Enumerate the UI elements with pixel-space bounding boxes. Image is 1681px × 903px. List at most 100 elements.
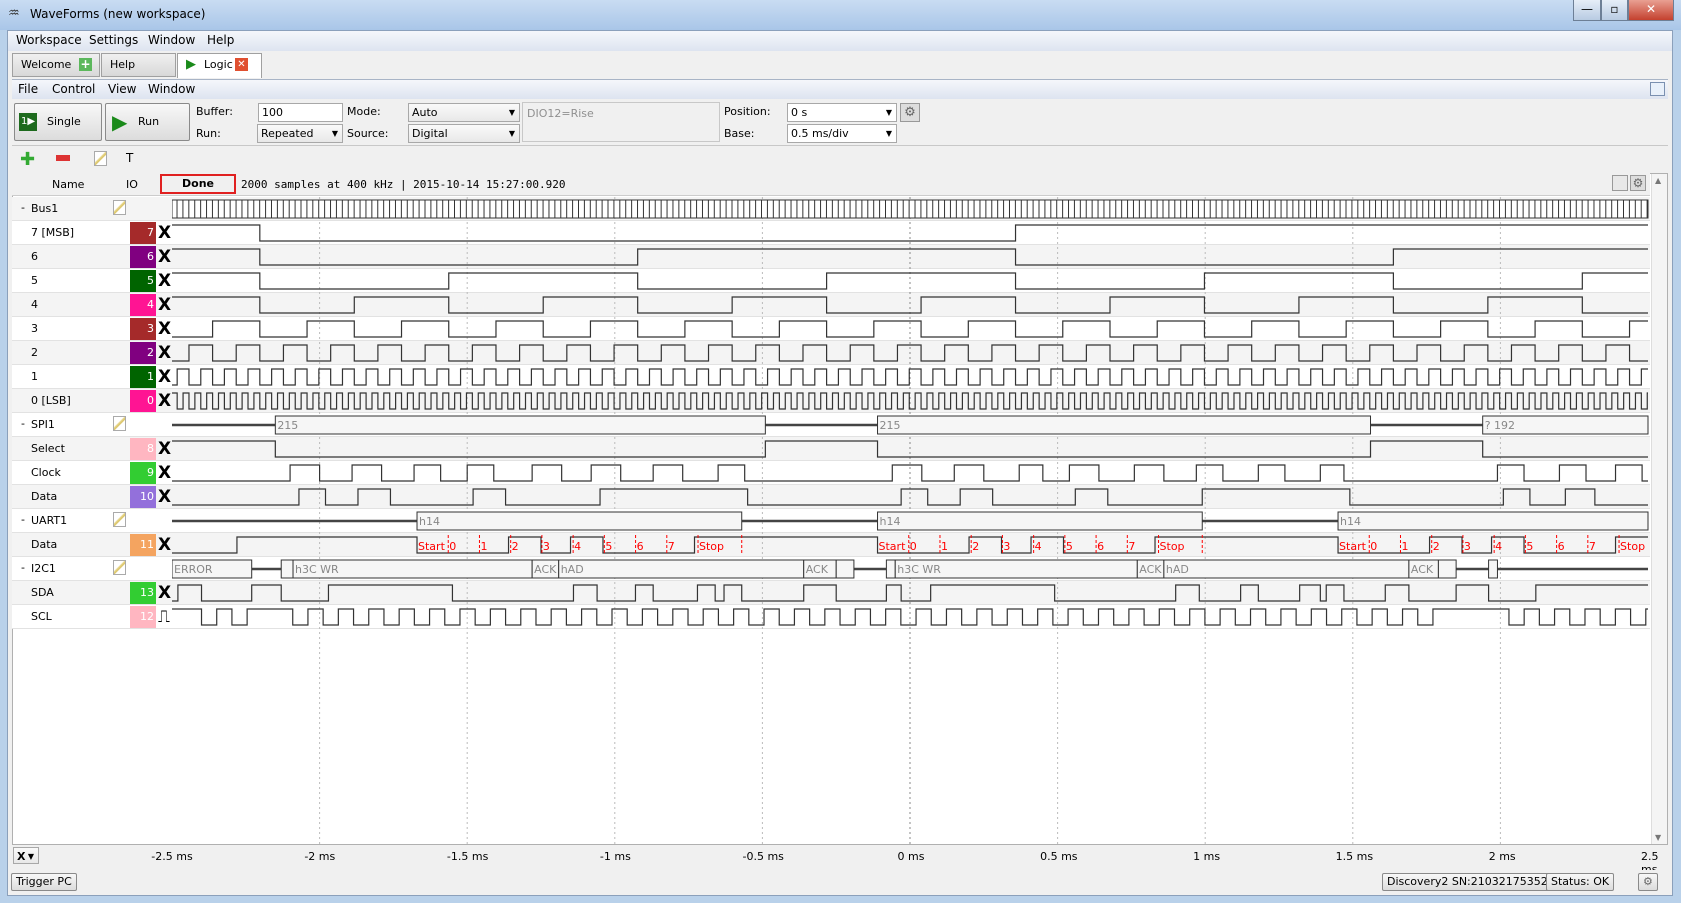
trigger-ignore-icon[interactable]: X (158, 222, 171, 244)
edit-bus-icon[interactable] (113, 512, 126, 527)
trigger-ignore-icon[interactable]: X (158, 294, 171, 316)
io-pin[interactable]: 7 (130, 222, 156, 244)
restore-window-icon[interactable] (1650, 82, 1665, 96)
menu-file[interactable]: File (18, 82, 38, 96)
trigger-ignore-icon[interactable]: X (158, 390, 171, 412)
trigger-ignore-icon[interactable]: X (158, 582, 171, 604)
close-button[interactable]: ✕ (1628, 0, 1674, 21)
instrument-menu-bar: File Control View Window (12, 79, 1668, 99)
uart-bit-label: 2 (512, 540, 519, 553)
buffer-input[interactable]: 100 (258, 103, 343, 122)
collapse-toggle[interactable]: - (21, 561, 25, 574)
collapse-toggle[interactable]: - (21, 201, 25, 214)
time-axis: X -2.5 ms -2 ms -1.5 ms -1 ms -0.5 ms 0 ms 0.5… (12, 845, 1668, 876)
device-settings-icon[interactable]: ⚙ (1638, 873, 1658, 891)
device-button[interactable]: Discovery2 SN:210321753526 (1382, 873, 1560, 891)
scroll-down-icon[interactable]: ▼ (1655, 833, 1661, 842)
trigger-ignore-icon[interactable]: X (158, 438, 171, 460)
trigger-ignore-icon[interactable]: X (158, 462, 171, 484)
time-tick-label: 1 ms (1193, 850, 1221, 863)
source-select[interactable]: Digital (408, 124, 520, 143)
vertical-scrollbar[interactable]: ▲ ▼ (1651, 174, 1667, 844)
i2c-segment-label: h3C WR (295, 563, 339, 576)
trigger-ignore-icon[interactable]: X (158, 366, 171, 388)
collapse-toggle[interactable]: - (21, 513, 25, 526)
edit-bus-icon[interactable] (113, 560, 126, 575)
add-channel-icon[interactable]: ✚ (20, 149, 35, 170)
uart-bit-label: 7 (1128, 540, 1135, 553)
run-button[interactable]: ▶ Run (105, 103, 190, 141)
menu-settings[interactable]: Settings (89, 33, 138, 47)
mode-select[interactable]: Auto (408, 103, 520, 122)
io-pin[interactable]: 6 (130, 246, 156, 268)
waveforms-logo-icon: ♒ (8, 6, 20, 21)
trigger-rise-icon[interactable]: ⎍ (158, 606, 170, 628)
trigger-condition[interactable]: DIO12=Rise (522, 102, 720, 142)
io-pin[interactable]: 0 (130, 390, 156, 412)
io-pin[interactable]: 1 (130, 366, 156, 388)
add-icon[interactable]: + (79, 58, 92, 71)
waveform-plot[interactable]: 215 215? 192h14 h14 h14Start 0 1 2 3 4 5 6 7 Stop Sta… (172, 173, 1650, 845)
edit-channel-icon[interactable] (94, 151, 107, 166)
maximize-button[interactable]: ▫ (1601, 0, 1628, 21)
menu-window[interactable]: Window (148, 82, 195, 96)
io-pin[interactable]: 12 (130, 606, 156, 628)
uart-bit-label: Start (418, 540, 446, 553)
io-pin[interactable]: 3 (130, 318, 156, 340)
io-pin[interactable]: 5 (130, 270, 156, 292)
close-tab-icon[interactable]: ✕ (235, 58, 248, 71)
remove-channel-icon[interactable] (56, 155, 70, 161)
io-pin[interactable]: 8 (130, 438, 156, 460)
scroll-up-icon[interactable]: ▲ (1655, 176, 1661, 185)
cursor-select[interactable]: X (13, 847, 39, 865)
i2c-segment-label: ERROR (174, 563, 213, 576)
collapse-toggle[interactable]: - (21, 417, 25, 430)
channel-name: Clock (31, 466, 61, 479)
io-pin[interactable]: 4 (130, 294, 156, 316)
channel-name: UART1 (31, 514, 68, 527)
i2c-segment (558, 559, 805, 579)
uart-frame-label: h14 (880, 515, 901, 528)
trigger-ignore-icon[interactable]: X (158, 270, 171, 292)
trigger-pc-button[interactable]: Trigger PC (11, 873, 77, 891)
io-pin[interactable]: 2 (130, 342, 156, 364)
menu-workspace[interactable]: Workspace (16, 33, 82, 47)
io-pin[interactable]: 9 (130, 462, 156, 484)
uart-bit-label: 4 (1035, 540, 1042, 553)
trigger-ignore-icon[interactable]: X (158, 246, 171, 268)
uart-frame (416, 511, 743, 531)
io-pin[interactable]: 13 (130, 582, 156, 604)
i2c-segment-label: h3C WR (897, 563, 941, 576)
io-pin[interactable]: 11 (130, 534, 156, 556)
text-tool-button[interactable]: T (126, 151, 133, 165)
trigger-ignore-icon[interactable]: X (158, 318, 171, 340)
base-select[interactable]: 0.5 ms/div (787, 124, 897, 143)
menu-view[interactable]: View (108, 82, 136, 96)
trigger-ignore-icon[interactable]: X (158, 486, 171, 508)
channel-name: 2 (31, 346, 38, 359)
edit-bus-icon[interactable] (113, 200, 126, 215)
tab-logic-1[interactable]: ▶ Logic 1 ✕ (177, 53, 262, 78)
time-tick-label: 0 ms (897, 850, 925, 863)
minimize-button[interactable]: — (1573, 0, 1601, 21)
tab-label: Welcome (21, 58, 72, 71)
uart-frame-label: h14 (1340, 515, 1361, 528)
time-tick-label: -1.5 ms (446, 850, 489, 863)
status-button[interactable]: Status: OK (1546, 873, 1615, 891)
tab-help[interactable]: Help (101, 53, 176, 77)
gear-icon[interactable]: ⚙ (900, 103, 920, 122)
trigger-ignore-icon[interactable]: X (158, 342, 171, 364)
edit-bus-icon[interactable] (113, 416, 126, 431)
single-button[interactable]: 1▶ Single (14, 103, 102, 141)
tab-welcome[interactable]: Welcome + (12, 53, 100, 77)
run-mode-select[interactable]: Repeated (257, 124, 343, 143)
menu-window[interactable]: Window (148, 33, 195, 47)
time-tick-label: -2 ms (304, 850, 336, 863)
menu-control[interactable]: Control (52, 82, 95, 96)
bit-waveform (172, 272, 1648, 290)
io-pin[interactable]: 10 (130, 486, 156, 508)
position-select[interactable]: 0 s (787, 103, 897, 122)
single-icon: 1▶ (19, 113, 37, 131)
trigger-ignore-icon[interactable]: X (158, 534, 171, 556)
menu-help[interactable]: Help (207, 33, 234, 47)
